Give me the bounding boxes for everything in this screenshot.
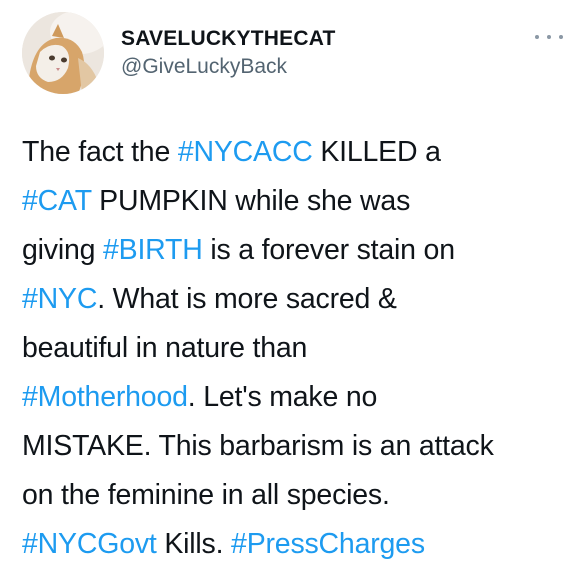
tweet-text-segment: MISTAKE. This barbarism is an attack [22,430,494,462]
tweet-text-segment: beautiful in nature than [22,332,308,364]
tweet-text-line: giving #BIRTH is a forever stain on [22,226,582,275]
more-horizontal-icon [535,35,539,39]
user-names: SAVELUCKYTHECAT @GiveLuckyBack [121,26,336,82]
hashtag-link[interactable]: #CAT [22,185,92,217]
tweet-text-segment: . Let's make no [187,381,378,413]
user-handle[interactable]: @GiveLuckyBack [121,52,336,82]
more-options-button[interactable] [535,30,563,44]
tweet-text-line: #NYC. What is more sacred & [22,275,582,324]
tweet-text-segment: The fact the [22,136,178,168]
tweet-text-line: The fact the #NYCACC KILLED a [22,128,582,177]
tweet-text-segment: Kills. [156,528,232,560]
tweet-text-segment: on the feminine in all species. [22,479,390,511]
tweet-text-line: beautiful in nature than [22,324,582,373]
tweet-text-segment: KILLED a [312,136,441,168]
tweet-text-segment: . What is more sacred & [97,283,397,315]
hashtag-link[interactable]: #Motherhood [22,381,188,413]
hashtag-link[interactable]: #PressCharges [231,528,425,560]
tweet-text: The fact the #NYCACC KILLED a #CAT PUMPKI… [22,128,582,569]
tweet-text-line: #NYCGovt Kills. #PressCharges [22,520,582,569]
tweet-text-line: on the feminine in all species. [22,471,582,520]
hashtag-link[interactable]: #NYCGovt [22,528,157,560]
tweet-card: SAVELUCKYTHECAT @GiveLuckyBack The fact … [0,0,584,577]
tweet-text-segment: giving [22,234,103,266]
tweet-text-segment: PUMPKIN while she was [91,185,411,217]
hashtag-link[interactable]: #BIRTH [103,234,203,266]
more-horizontal-icon [547,35,551,39]
more-horizontal-icon [559,35,563,39]
tweet-text-line: MISTAKE. This barbarism is an attack [22,422,582,471]
display-name[interactable]: SAVELUCKYTHECAT [121,26,336,52]
tweet-text-line: #Motherhood. Let's make no [22,373,582,422]
hashtag-link[interactable]: #NYCACC [178,136,313,168]
tweet-header: SAVELUCKYTHECAT @GiveLuckyBack [22,12,567,98]
tweet-text-segment: is a forever stain on [202,234,455,266]
avatar[interactable] [22,12,104,94]
hashtag-link[interactable]: #NYC [22,283,97,315]
cat-photo-icon [22,12,104,94]
tweet-text-line: #CAT PUMPKIN while she was [22,177,582,226]
